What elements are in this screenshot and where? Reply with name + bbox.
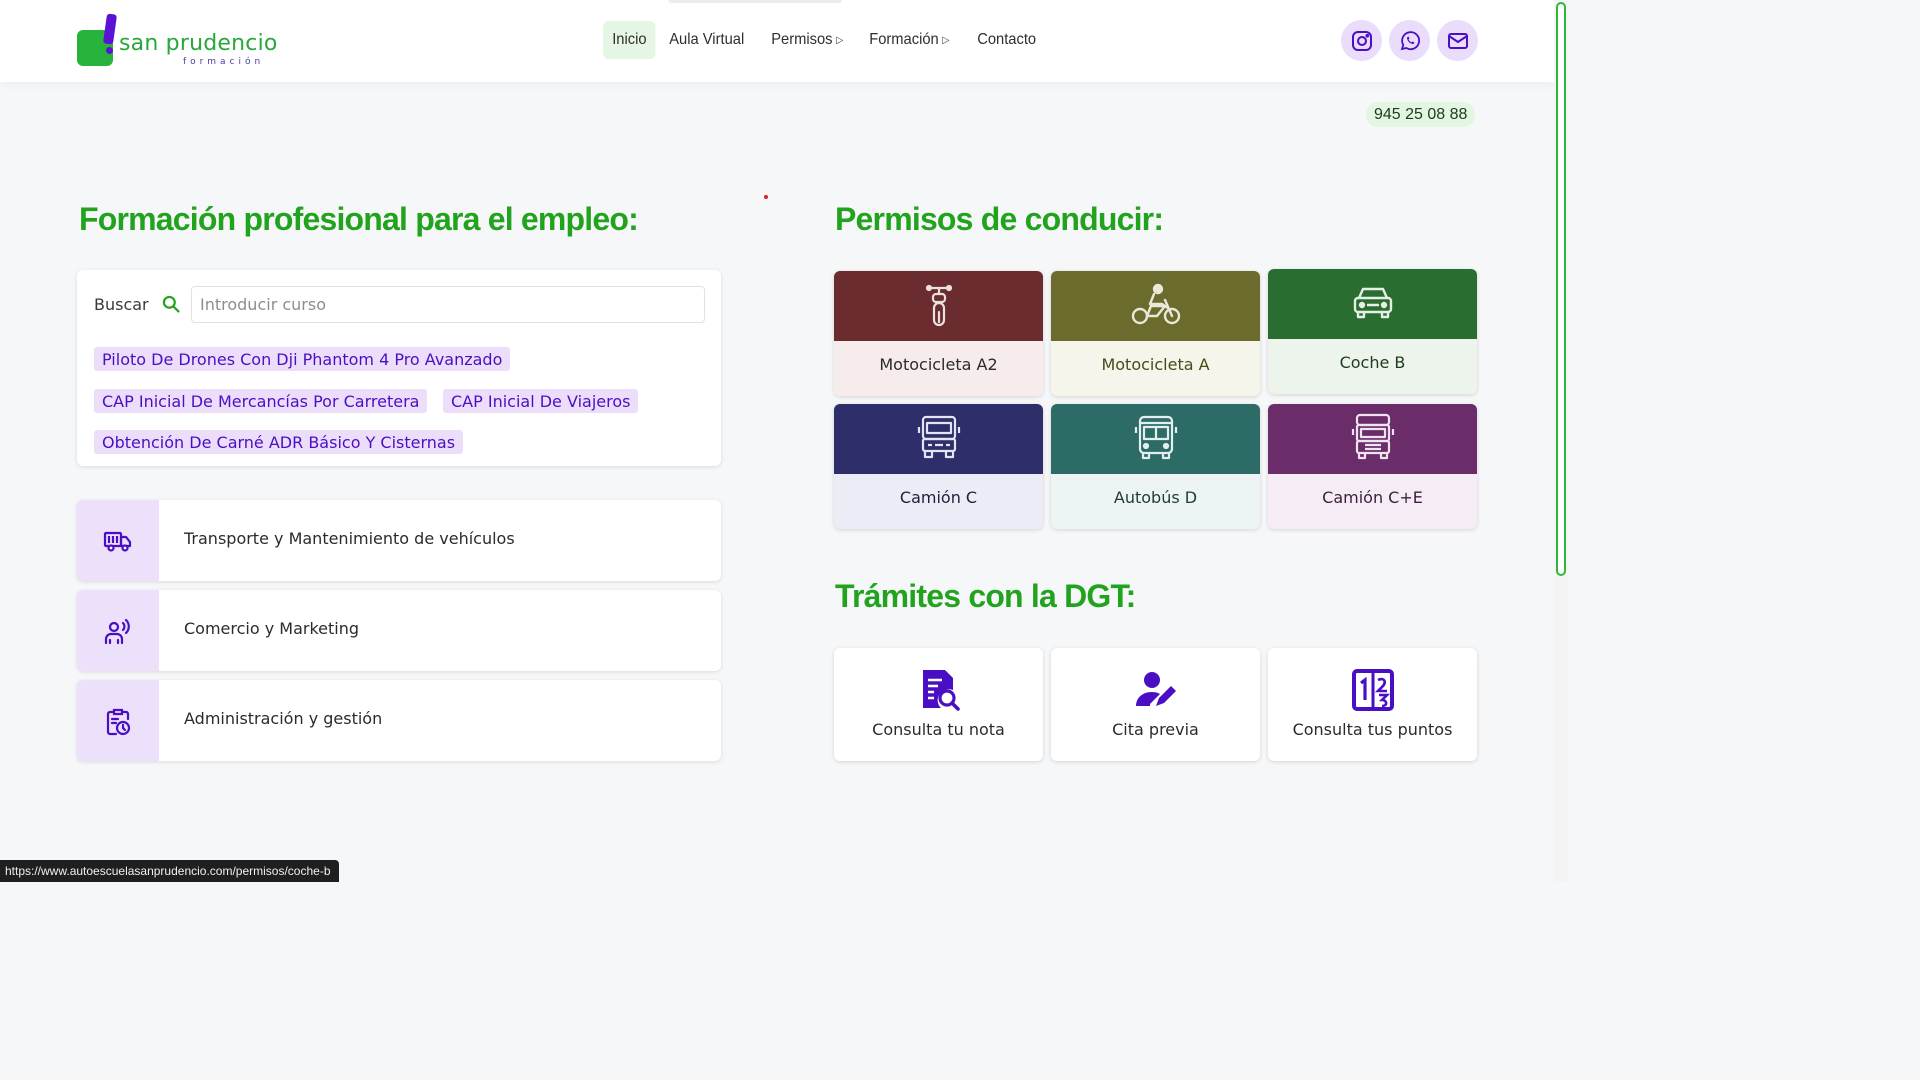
nav-item-formacion[interactable]: Formación ▷ xyxy=(860,21,959,59)
permit-card-header xyxy=(1268,404,1477,474)
course-tag-drones[interactable]: Piloto De Drones Con Dji Phantom 4 Pro A… xyxy=(94,347,511,371)
permit-card-a[interactable]: Motocicleta A xyxy=(1051,271,1260,396)
category-icon-box xyxy=(77,590,159,671)
nav-item-permisos[interactable]: Permisos ▷ xyxy=(762,21,853,59)
course-search-input[interactable] xyxy=(191,286,705,323)
car-icon xyxy=(1345,274,1401,334)
category-label: Comercio y Marketing xyxy=(184,619,360,638)
motorcycle-icon xyxy=(1128,276,1184,336)
permit-label: Coche B xyxy=(1339,353,1406,372)
instagram-icon xyxy=(1351,30,1372,51)
course-tag-cap-viajeros[interactable]: CAP Inicial De Viajeros xyxy=(443,389,639,413)
logo-subtitle: formación xyxy=(183,57,265,67)
permit-card-header xyxy=(834,404,1043,474)
category-icon-box xyxy=(77,680,159,761)
clipboard-clock-icon xyxy=(106,708,131,735)
permit-card-header xyxy=(1051,404,1260,474)
category-comercio[interactable]: Comercio y Marketing xyxy=(77,590,721,671)
nav-item-label: Permisos xyxy=(771,31,833,48)
permit-card-c[interactable]: Camión C xyxy=(834,404,1043,529)
nav-item-label: Contacto xyxy=(976,31,1036,48)
site-header: san prudencio formación Inicio Aula Virt… xyxy=(0,0,1554,82)
category-label: Transporte y Mantenimiento de vehículos xyxy=(184,529,515,548)
dgt-card-label: Cita previa xyxy=(1112,720,1199,739)
permit-label: Motocicleta A xyxy=(1101,355,1210,374)
dgt-card-label: Consulta tu nota xyxy=(872,720,1005,739)
nav-item-inicio[interactable]: Inicio xyxy=(603,21,656,59)
category-administracion[interactable]: Administración y gestión xyxy=(77,680,721,761)
cursor-dot xyxy=(764,195,768,199)
dgt-card-consulta-nota[interactable]: Consulta tu nota xyxy=(834,648,1043,761)
nav-item-label: Inicio xyxy=(612,31,647,48)
formacion-title: Formación profesional para el empleo: xyxy=(79,201,639,237)
dgt-card-cita-previa[interactable]: Cita previa xyxy=(1051,648,1260,761)
person-broadcast-icon xyxy=(104,618,130,644)
truck-front-icon xyxy=(911,409,967,469)
site-logo[interactable]: san prudencio formación xyxy=(77,13,278,70)
logo-exclamation xyxy=(102,13,118,45)
permit-card-a2[interactable]: Motocicleta A2 xyxy=(834,271,1043,396)
category-label: Administración y gestión xyxy=(184,709,383,728)
course-tag-adr[interactable]: Obtención De Carné ADR Básico Y Cisterna… xyxy=(94,430,464,454)
whatsapp-link[interactable] xyxy=(1389,20,1430,61)
search-label: Buscar xyxy=(94,295,149,314)
permit-label: Camión C+E xyxy=(1322,488,1423,507)
document-search-icon xyxy=(923,670,960,711)
search-icon[interactable] xyxy=(161,294,181,314)
scrollbar-thumb[interactable] xyxy=(1556,2,1566,576)
submenu-arrow-icon: ▷ xyxy=(942,34,950,46)
permit-card-b[interactable]: Coche B xyxy=(1268,269,1477,394)
nav-item-label: Formación xyxy=(869,31,940,48)
user-edit-icon xyxy=(1136,672,1176,706)
browser-status-url: https://www.autoescuelasanprudencio.com/… xyxy=(0,860,339,882)
category-icon-box xyxy=(77,500,159,581)
main-nav: Inicio Aula Virtual Permisos ▷ Formación ▷… xyxy=(603,21,1052,59)
nav-item-label: Aula Virtual xyxy=(669,31,745,48)
phone-number[interactable]: 945 25 08 88 xyxy=(1366,102,1476,127)
dgt-card-label: Consulta tus puntos xyxy=(1292,720,1453,739)
permit-card-header xyxy=(1268,269,1477,339)
nav-item-aula-virtual[interactable]: Aula Virtual xyxy=(660,21,753,59)
submenu-arrow-icon: ▷ xyxy=(836,34,844,46)
mail-icon xyxy=(1447,32,1468,49)
permit-card-ce[interactable]: Camión C+E xyxy=(1268,404,1477,529)
nav-item-contacto[interactable]: Contacto xyxy=(968,21,1045,59)
course-tag-cap-mercancias[interactable]: CAP Inicial De Mercancías Por Carretera xyxy=(94,389,428,413)
permit-card-header xyxy=(1051,271,1260,341)
permit-label: Motocicleta A2 xyxy=(879,355,998,374)
course-search-card: Buscar Piloto De Drones Con Dji Phantom … xyxy=(77,270,721,466)
bus-icon xyxy=(1128,409,1184,469)
whatsapp-icon xyxy=(1400,30,1420,50)
tramites-title: Trámites con la DGT: xyxy=(835,578,1136,614)
permisos-title: Permisos de conducir: xyxy=(835,201,1164,237)
category-transporte[interactable]: Transporte y Mantenimiento de vehículos xyxy=(77,500,721,581)
logo-name: san prudencio xyxy=(119,31,278,56)
permit-label: Autobús D xyxy=(1113,488,1198,507)
nav-indicator xyxy=(668,0,842,3)
scooter-icon xyxy=(911,276,967,336)
logo-exclamation-dot xyxy=(106,47,113,54)
instagram-link[interactable] xyxy=(1341,20,1382,61)
page-scrollbar[interactable] xyxy=(1554,0,1568,882)
points-icon xyxy=(1352,669,1394,711)
permit-card-d[interactable]: Autobús D xyxy=(1051,404,1260,529)
truck-trailer-icon xyxy=(1345,409,1401,469)
truck-icon xyxy=(103,531,132,552)
mail-link[interactable] xyxy=(1437,20,1478,61)
permit-card-header xyxy=(834,271,1043,341)
permit-label: Camión C xyxy=(899,488,978,507)
dgt-card-consulta-puntos[interactable]: Consulta tus puntos xyxy=(1268,648,1477,761)
